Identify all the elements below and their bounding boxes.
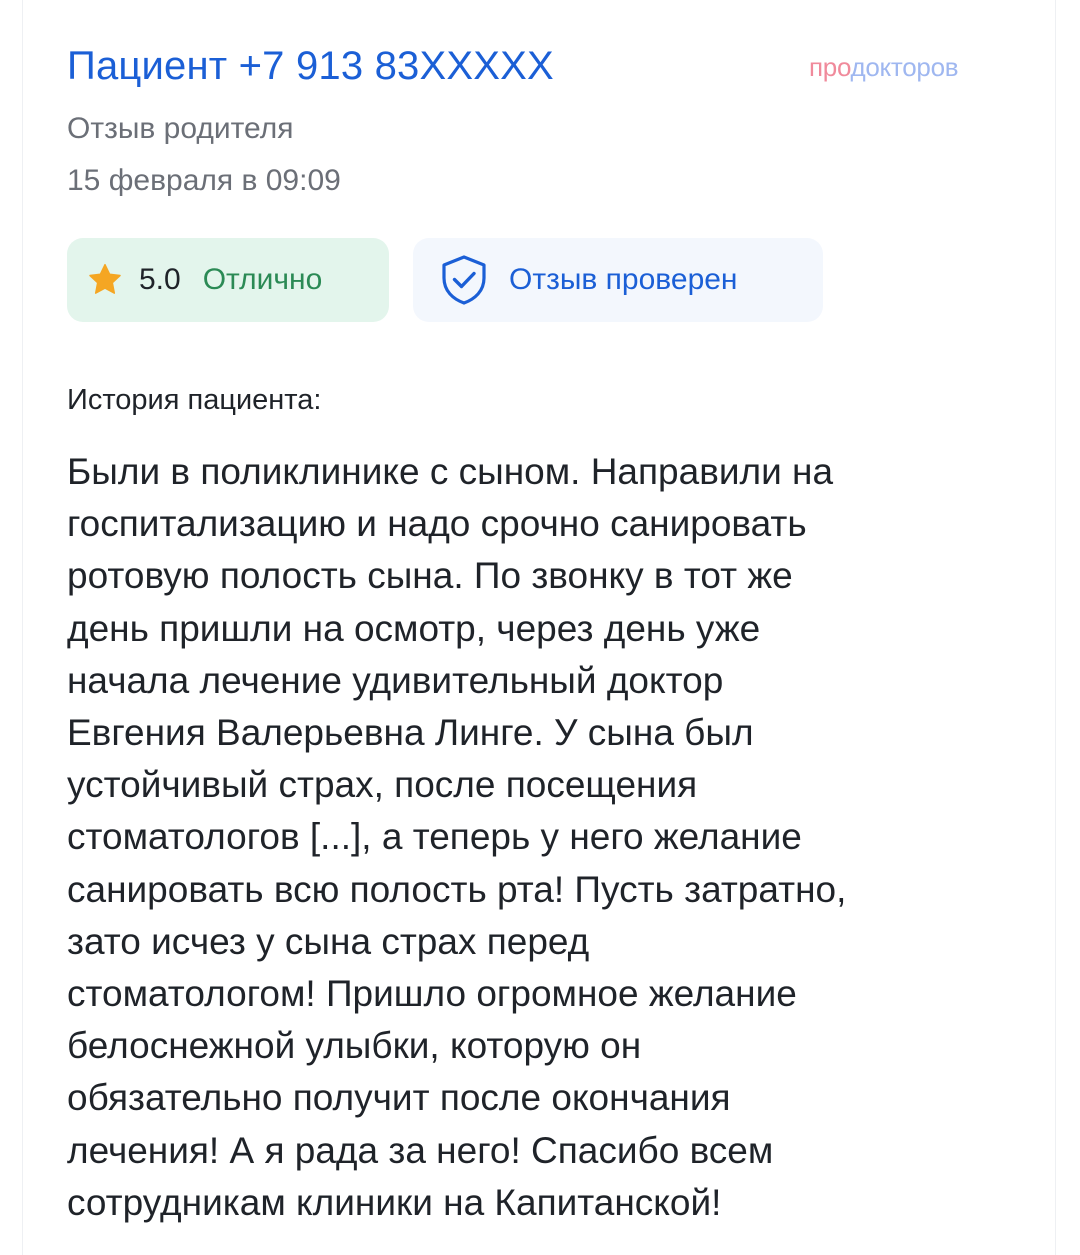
rating-label: Отлично <box>202 263 323 296</box>
review-text: Были в поликлинике с сыном. Направили на… <box>67 451 847 1223</box>
author-name[interactable]: Пациент +7 913 83XXXXX <box>67 44 554 89</box>
shield-check-icon <box>442 255 486 305</box>
star-icon <box>89 263 121 294</box>
review-date: 15 февраля в 09:09 <box>67 164 341 197</box>
review-type: Отзыв родителя <box>67 112 294 145</box>
rating-value: 5.0 <box>139 263 181 296</box>
brand-logo-part1: про <box>809 52 851 82</box>
brand-logo-part2: докторов <box>850 52 959 82</box>
verified-label: Отзыв проверен <box>509 263 738 296</box>
history-title: История пациента: <box>67 384 322 416</box>
review-card: Пациент +7 913 83XXXXX продокторов Отзыв… <box>22 0 1056 1255</box>
verified-badge[interactable]: Отзыв проверен <box>413 238 823 322</box>
rating-badge: 5.0 Отлично <box>67 238 389 322</box>
brand-logo[interactable]: продокторов <box>809 52 959 83</box>
